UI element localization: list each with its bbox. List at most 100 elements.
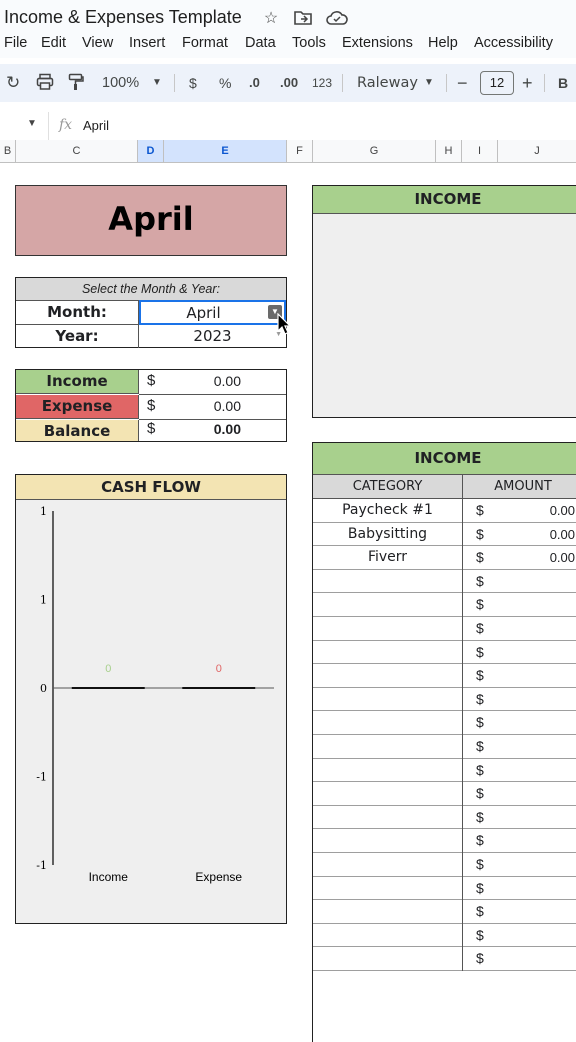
print-icon[interactable] bbox=[36, 73, 54, 96]
income-category-cell[interactable]: Paycheck #1 bbox=[313, 499, 463, 523]
table-row: Fiverr $0.00 bbox=[313, 546, 576, 570]
table-row: $ bbox=[313, 664, 576, 688]
currency-format-button[interactable]: $ bbox=[189, 73, 197, 93]
income-category-cell[interactable]: Babysitting bbox=[313, 522, 463, 547]
income-amount-cell[interactable] bbox=[493, 735, 575, 759]
move-to-folder-icon[interactable] bbox=[294, 10, 312, 28]
column-header-i[interactable]: I bbox=[462, 140, 498, 162]
income-amount-cell[interactable]: 0.00 bbox=[493, 523, 575, 547]
increase-decimal-button[interactable]: .00 bbox=[280, 73, 298, 93]
menu-accessibility[interactable]: Accessibility bbox=[474, 35, 553, 51]
month-dropdown[interactable]: April ▼ bbox=[139, 300, 286, 325]
menu-insert[interactable]: Insert bbox=[129, 35, 165, 51]
income-category-cell[interactable] bbox=[313, 617, 463, 641]
column-header-c[interactable]: C bbox=[16, 140, 138, 162]
income-category-cell[interactable] bbox=[313, 640, 463, 665]
income-category-cell[interactable]: Fiverr bbox=[313, 546, 463, 570]
paint-format-icon[interactable] bbox=[68, 73, 84, 96]
redo-icon[interactable]: ↻ bbox=[6, 73, 20, 93]
year-dropdown[interactable]: 2023 bbox=[139, 325, 286, 348]
menu-tools[interactable]: Tools bbox=[292, 35, 326, 51]
income-category-cell[interactable] bbox=[313, 829, 463, 853]
menu-extensions[interactable]: Extensions bbox=[342, 35, 413, 51]
menu-help[interactable]: Help bbox=[428, 35, 458, 51]
income-currency-cell: $ bbox=[476, 596, 484, 613]
selector-caption: Select the Month & Year: bbox=[16, 278, 286, 301]
income-category-cell[interactable] bbox=[313, 664, 463, 688]
decrease-decimal-button[interactable]: .0 bbox=[249, 73, 260, 93]
income-amount-cell[interactable] bbox=[493, 853, 575, 877]
more-formats-button[interactable]: 123 bbox=[312, 73, 332, 93]
income-amount-cell[interactable] bbox=[493, 641, 575, 665]
income-category-cell[interactable] bbox=[313, 947, 463, 971]
income-amount-cell[interactable] bbox=[493, 900, 575, 924]
column-header-d[interactable]: D bbox=[138, 140, 164, 162]
income-currency-cell: $ bbox=[476, 620, 484, 636]
column-header-b[interactable]: B bbox=[0, 140, 16, 162]
month-title-cell[interactable]: April bbox=[15, 185, 287, 256]
column-header-e[interactable]: E bbox=[164, 140, 287, 162]
cloud-saved-icon[interactable] bbox=[326, 10, 348, 28]
star-icon[interactable]: ☆ bbox=[262, 10, 280, 28]
zoom-select[interactable]: 100% bbox=[102, 73, 139, 93]
font-chevron-down-icon[interactable]: ▼ bbox=[424, 73, 434, 93]
income-table: INCOME CATEGORY AMOUNT Paycheck #1 $0.00 B… bbox=[312, 442, 576, 1042]
income-category-cell[interactable] bbox=[313, 853, 463, 877]
increase-font-size-button[interactable]: + bbox=[522, 73, 533, 93]
income-chart-title: INCOME bbox=[313, 186, 576, 214]
income-category-cell[interactable] bbox=[313, 569, 463, 594]
income-amount-cell[interactable]: 0.00 bbox=[493, 546, 575, 570]
font-size-input[interactable]: 12 bbox=[480, 71, 514, 95]
income-category-header: CATEGORY bbox=[313, 475, 463, 499]
cash-flow-chart[interactable]: 1 1 0 -1 -1 0 Income 0 Expense bbox=[16, 501, 286, 921]
bar-expense bbox=[182, 687, 256, 689]
column-header-j[interactable]: J bbox=[498, 140, 576, 162]
income-amount-cell[interactable] bbox=[493, 877, 575, 901]
income-amount-cell[interactable] bbox=[493, 664, 575, 688]
zoom-chevron-down-icon[interactable]: ▼ bbox=[152, 73, 162, 93]
bold-button[interactable]: B bbox=[558, 73, 568, 93]
income-category-cell[interactable] bbox=[313, 758, 463, 783]
menu-file[interactable]: File bbox=[4, 35, 27, 51]
income-amount-cell[interactable] bbox=[493, 617, 575, 641]
column-header-f[interactable]: F bbox=[287, 140, 313, 162]
name-box-chevron-down-icon[interactable]: ▼ bbox=[27, 118, 37, 129]
decrease-font-size-button[interactable]: − bbox=[457, 73, 468, 93]
income-amount-cell[interactable] bbox=[493, 782, 575, 806]
table-row: $ bbox=[313, 805, 576, 830]
income-amount-cell[interactable] bbox=[493, 593, 575, 617]
income-category-cell[interactable] bbox=[313, 876, 463, 901]
table-row: $ bbox=[313, 829, 576, 853]
income-amount-cell[interactable] bbox=[493, 947, 575, 971]
summary-expense-value[interactable]: 0.00 bbox=[176, 395, 241, 419]
income-category-cell[interactable] bbox=[313, 923, 463, 948]
income-category-cell[interactable] bbox=[313, 900, 463, 924]
font-select[interactable]: Raleway bbox=[357, 73, 418, 93]
income-category-cell[interactable] bbox=[313, 735, 463, 759]
income-amount-cell[interactable]: 0.00 bbox=[493, 499, 575, 523]
menu-edit[interactable]: Edit bbox=[41, 35, 66, 51]
income-category-cell[interactable] bbox=[313, 687, 463, 712]
income-category-cell[interactable] bbox=[313, 593, 463, 617]
formula-divider bbox=[48, 112, 49, 140]
income-amount-cell[interactable] bbox=[493, 711, 575, 735]
menu-view[interactable]: View bbox=[82, 35, 113, 51]
document-title[interactable]: Income & Expenses Template bbox=[4, 7, 242, 28]
income-amount-cell[interactable] bbox=[493, 759, 575, 783]
income-category-cell[interactable] bbox=[313, 805, 463, 830]
income-category-cell[interactable] bbox=[313, 782, 463, 806]
menu-data[interactable]: Data bbox=[245, 35, 276, 51]
column-header-g[interactable]: G bbox=[313, 140, 436, 162]
income-amount-cell[interactable] bbox=[493, 829, 575, 853]
summary-balance-value[interactable]: 0.00 bbox=[176, 418, 241, 442]
income-amount-cell[interactable] bbox=[493, 688, 575, 712]
column-header-h[interactable]: H bbox=[436, 140, 462, 162]
percent-format-button[interactable]: % bbox=[219, 73, 231, 93]
income-amount-cell[interactable] bbox=[493, 806, 575, 830]
income-amount-cell[interactable] bbox=[493, 570, 575, 594]
income-amount-cell[interactable] bbox=[493, 924, 575, 948]
menu-format[interactable]: Format bbox=[182, 35, 228, 51]
formula-input[interactable]: April bbox=[83, 118, 109, 133]
summary-income-value[interactable]: 0.00 bbox=[176, 370, 241, 394]
income-category-cell[interactable] bbox=[313, 711, 463, 735]
